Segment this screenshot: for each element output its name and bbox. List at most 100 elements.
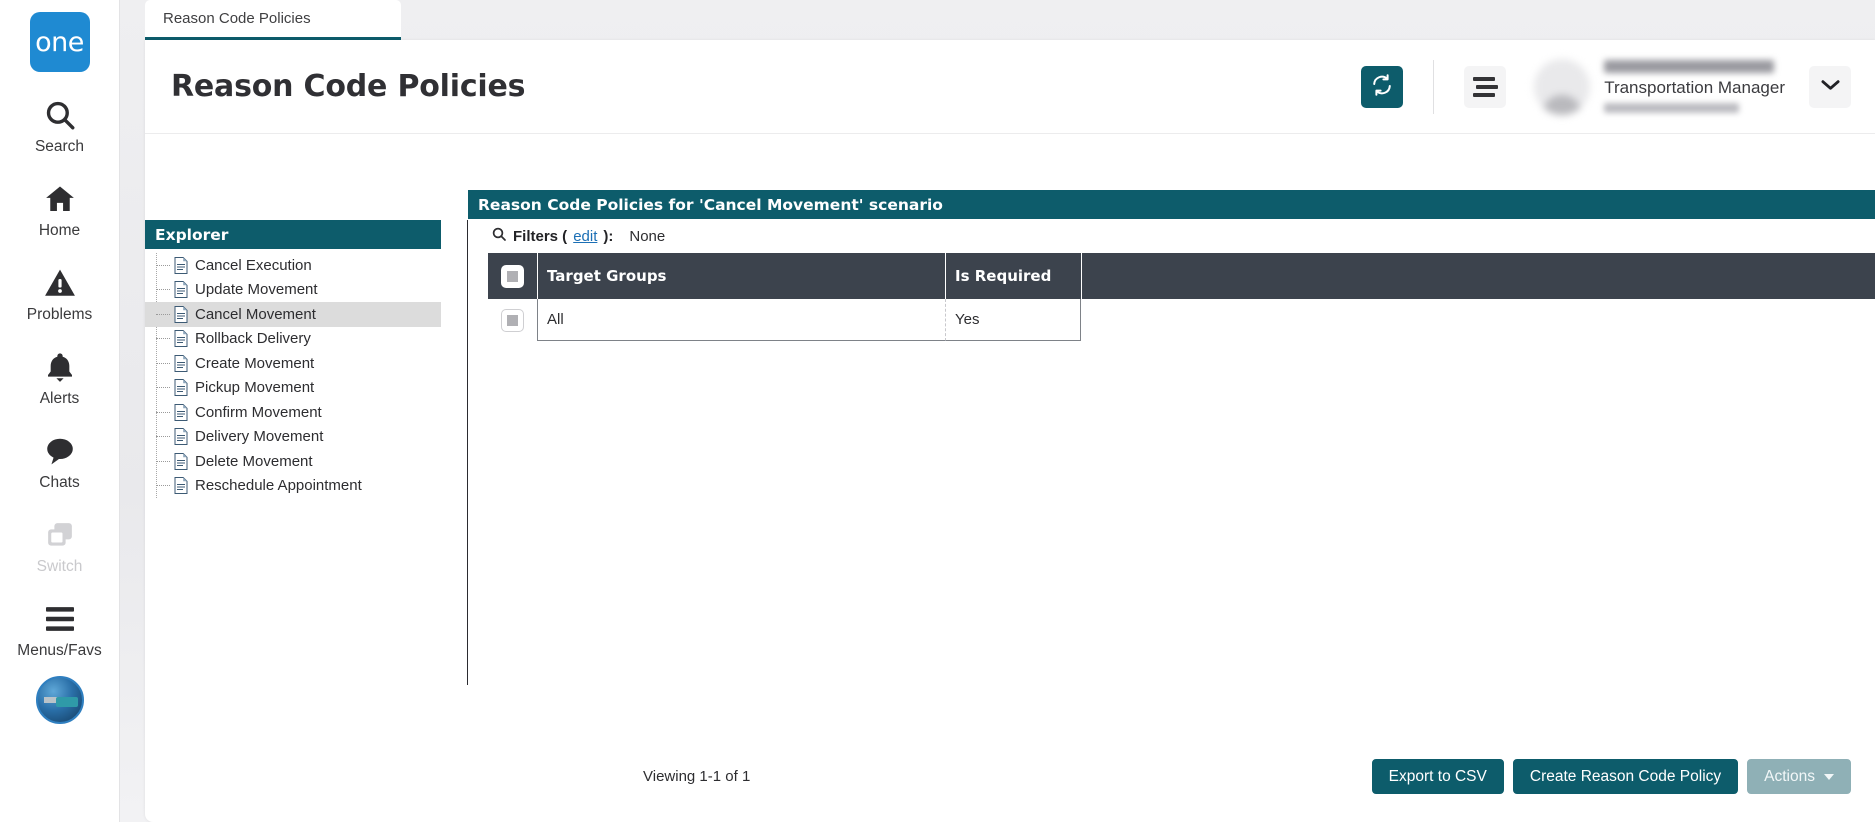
avatar [1534, 58, 1591, 115]
switch-icon [44, 514, 76, 556]
tree-item-rollback-delivery[interactable]: Rollback Delivery [145, 327, 441, 352]
tab-reason-code-policies[interactable]: Reason Code Policies [145, 0, 401, 40]
menu-icon-bar-1 [1473, 76, 1496, 81]
tree-item-delivery-movement[interactable]: Delivery Movement [145, 425, 441, 450]
chevron-down-icon [1820, 79, 1840, 94]
user-email [1604, 103, 1740, 114]
tree-connector-icon [156, 411, 170, 413]
rail-label-alerts: Alerts [39, 390, 80, 407]
tree-item-cancel-execution[interactable]: Cancel Execution [145, 253, 441, 278]
export-to-csv-button[interactable]: Export to CSV [1371, 759, 1504, 794]
policies-table: Target Groups Is Required All Yes [488, 253, 1875, 341]
document-icon [174, 477, 188, 495]
document-icon [174, 281, 188, 299]
header-divider [1433, 59, 1435, 114]
tree-connector-icon [156, 362, 170, 364]
refresh-button[interactable] [1361, 65, 1404, 108]
tree-item-create-movement[interactable]: Create Movement [145, 351, 441, 376]
tree-item-label: Cancel Movement [195, 305, 316, 323]
table-header-row: Target Groups Is Required [488, 253, 1875, 299]
viewing-count: Viewing 1-1 of 1 [643, 768, 751, 785]
rail-item-switch[interactable]: Switch [0, 514, 120, 576]
content-card: Reason Code Policies Transportation Mana… [145, 40, 1875, 822]
explorer-panel: Explorer Cancel Execution Update Movemen… [145, 220, 441, 498]
tree-connector-icon [156, 313, 170, 315]
tree-item-label: Pickup Movement [195, 379, 315, 397]
page-header: Reason Code Policies Transportation Mana… [145, 40, 1875, 134]
tree-item-label: Delivery Movement [195, 428, 324, 446]
rail-item-home[interactable]: Home [0, 178, 120, 240]
column-header-target-groups[interactable]: Target Groups [537, 253, 945, 299]
cell-is-required: Yes [945, 299, 1081, 341]
tree-connector-icon [156, 485, 170, 487]
tree-item-label: Delete Movement [195, 452, 313, 470]
user-menu-toggle[interactable] [1809, 65, 1851, 108]
left-nav-rail: one Search Home Problems Alerts Chats Sw… [0, 0, 120, 822]
tree-connector-icon [156, 436, 170, 438]
tree-item-pickup-movement[interactable]: Pickup Movement [145, 376, 441, 401]
column-header-label: Target Groups [547, 267, 667, 285]
row-checkbox[interactable] [501, 308, 524, 332]
actions-label: Actions [1764, 767, 1815, 785]
document-icon [174, 428, 188, 446]
content-panel: Reason Code Policies for 'Cancel Movemen… [468, 190, 1875, 341]
user-block[interactable]: Transportation Manager [1534, 58, 1785, 115]
table-footer: Viewing 1-1 of 1 Export to CSV Create Re… [145, 759, 1851, 794]
search-icon [43, 94, 77, 136]
tree-item-cancel-movement[interactable]: Cancel Movement [145, 302, 441, 327]
body-region: Explorer Cancel Execution Update Movemen… [145, 135, 1875, 822]
rail-item-problems[interactable]: Problems [0, 262, 120, 324]
page-area: Reason Code Policies Reason Code Policie… [120, 0, 1875, 822]
tab-label: Reason Code Policies [163, 10, 311, 27]
select-all-checkbox[interactable] [501, 264, 524, 288]
rail-label-switch: Switch [36, 558, 83, 575]
rail-item-alerts[interactable]: Alerts [0, 346, 120, 408]
document-icon [174, 330, 188, 348]
chat-icon [43, 430, 77, 472]
filters-label: Filters ( [513, 227, 568, 245]
select-all-cell [488, 253, 537, 299]
one-logo[interactable]: one [29, 12, 90, 72]
tree-connector-icon [156, 338, 170, 340]
create-reason-code-policy-button[interactable]: Create Reason Code Policy [1512, 759, 1739, 794]
rail-label-search: Search [34, 138, 85, 155]
app-root: one Search Home Problems Alerts Chats Sw… [0, 0, 1875, 822]
content-panel-title: Reason Code Policies for 'Cancel Movemen… [478, 195, 943, 214]
tree-connector-icon [156, 387, 170, 389]
tree-item-confirm-movement[interactable]: Confirm Movement [145, 400, 441, 425]
menu-button[interactable] [1464, 65, 1507, 108]
document-icon [174, 305, 188, 323]
filters-value: None [629, 227, 666, 245]
tree-item-update-movement[interactable]: Update Movement [145, 278, 441, 303]
table-row[interactable]: All Yes [488, 299, 1875, 341]
page-title: Reason Code Policies [171, 69, 526, 104]
row-select-cell [488, 299, 537, 341]
document-icon [174, 452, 188, 470]
column-header-label: Is Required [955, 267, 1052, 285]
rail-label-home: Home [38, 222, 81, 239]
user-role: Transportation Manager [1604, 77, 1785, 97]
warning-icon [43, 262, 77, 304]
filters-edit-link[interactable]: edit [573, 228, 597, 245]
filters-bar: Filters (edit): None [468, 219, 1875, 253]
rail-item-chats[interactable]: Chats [0, 430, 120, 492]
assistant-avatar[interactable] [35, 676, 84, 724]
explorer-title: Explorer [155, 225, 229, 244]
actions-dropdown-button[interactable]: Actions [1747, 759, 1851, 794]
rail-item-menus-favs[interactable]: Menus/Favs [0, 598, 120, 660]
column-header-is-required[interactable]: Is Required [945, 253, 1081, 299]
home-icon [43, 178, 77, 220]
explorer-tree: Cancel Execution Update Movement Cancel … [145, 249, 441, 498]
tree-item-label: Create Movement [195, 354, 315, 372]
one-logo-text: one [35, 26, 84, 58]
rail-item-search[interactable]: Search [0, 94, 120, 156]
tree-item-reschedule-appointment[interactable]: Reschedule Appointment [145, 474, 441, 499]
document-icon [174, 354, 188, 372]
rail-label-problems: Problems [26, 306, 93, 323]
rail-label-chats: Chats [39, 474, 80, 491]
tree-item-label: Update Movement [195, 281, 318, 299]
tree-item-label: Cancel Execution [195, 256, 312, 274]
menu-icon-bar-3 [1473, 92, 1496, 97]
tree-item-label: Reschedule Appointment [195, 477, 362, 495]
tree-item-delete-movement[interactable]: Delete Movement [145, 449, 441, 474]
